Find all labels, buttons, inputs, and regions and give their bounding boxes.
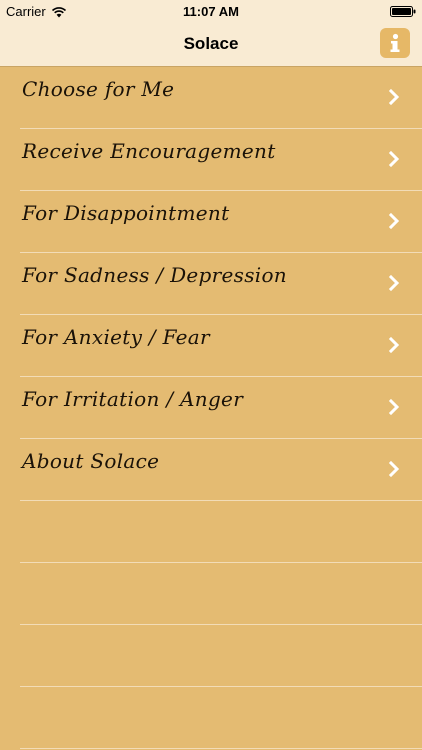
menu-item-label: Receive Encouragement [22,139,276,163]
chevron-right-icon [389,89,400,105]
menu-item-for-anxiety-fear[interactable]: For Anxiety / Fear [20,315,422,377]
menu-item-label: Choose for Me [22,77,175,101]
chevron-right-icon [389,337,400,353]
info-button[interactable] [380,28,410,58]
menu-item-label: For Irritation / Anger [22,387,244,411]
chevron-right-icon [389,461,400,477]
empty-row [20,625,422,687]
page-title: Solace [183,34,239,53]
navigation-header: Carrier 11:07 AM Solace [0,0,422,67]
empty-row [20,687,422,749]
menu-item-choose-for-me[interactable]: Choose for Me [20,67,422,129]
menu-item-label: For Sadness / Depression [22,263,287,287]
empty-row [20,501,422,563]
chevron-right-icon [389,399,400,415]
menu-item-for-sadness-depression[interactable]: For Sadness / Depression [20,253,422,315]
menu-item-label: About Solace [22,449,160,473]
info-icon [390,33,400,52]
chevron-right-icon [389,275,400,291]
menu-item-label: For Anxiety / Fear [22,325,210,349]
menu-item-receive-encouragement[interactable]: Receive Encouragement [20,129,422,191]
chevron-right-icon [389,213,400,229]
menu-item-for-irritation-anger[interactable]: For Irritation / Anger [20,377,422,439]
menu-item-label: For Disappointment [22,201,230,225]
empty-row [20,563,422,625]
menu-item-about-solace[interactable]: About Solace [20,439,422,501]
status-time: 11:07 AM [183,4,239,19]
menu-list: Choose for Me Receive Encouragement For … [0,67,422,749]
chevron-right-icon [389,151,400,167]
battery-icon [390,6,416,17]
menu-item-for-disappointment[interactable]: For Disappointment [20,191,422,253]
status-bar: Carrier 11:07 AM [0,0,422,22]
